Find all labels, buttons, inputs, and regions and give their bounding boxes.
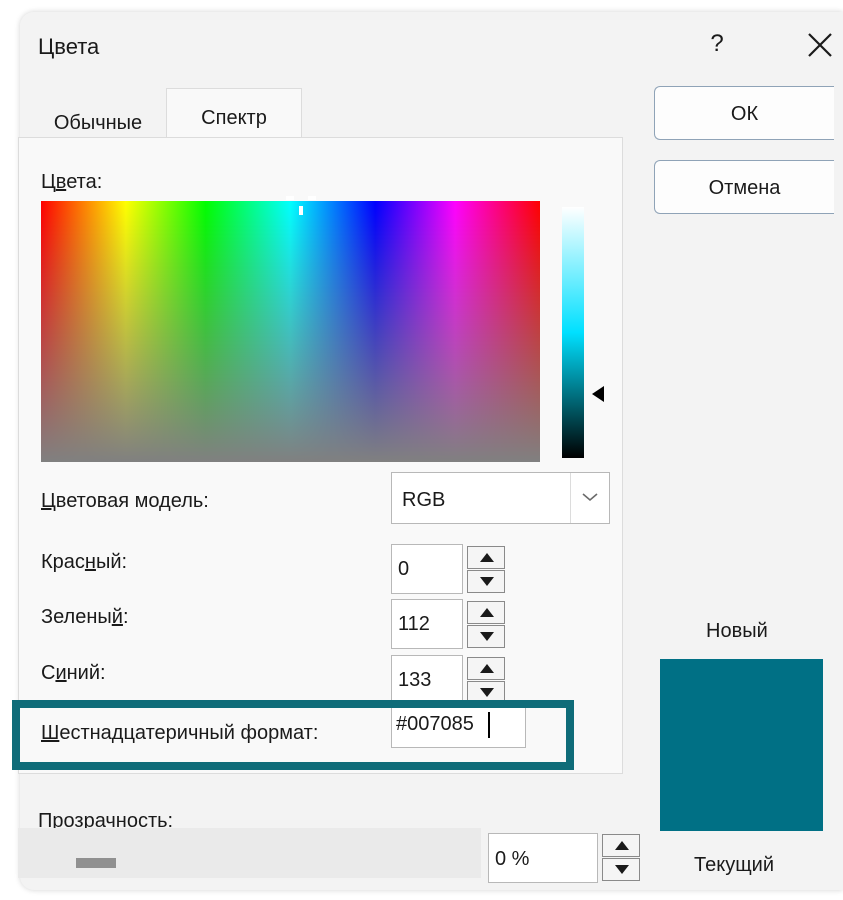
arrow-up-icon: [480, 608, 494, 617]
red-decrement-button[interactable]: [467, 570, 505, 593]
green-input[interactable]: 112: [391, 599, 463, 649]
luminance-pointer-icon[interactable]: [592, 386, 604, 402]
arrow-down-icon: [480, 688, 494, 697]
blue-label: Синий:: [41, 662, 106, 684]
arrow-down-icon: [480, 577, 494, 586]
transparency-slider-thumb[interactable]: [76, 858, 116, 868]
arrow-down-icon: [615, 865, 629, 874]
color-model-label: Цветовая модель:: [41, 490, 209, 512]
transparency-slider-track[interactable]: [18, 828, 481, 878]
color-model-select[interactable]: RGB: [391, 472, 610, 524]
colors-label: Цвета:: [41, 171, 103, 193]
green-stepper[interactable]: [467, 601, 505, 648]
red-input[interactable]: 0: [391, 544, 463, 594]
title-bar: Цвета ?: [20, 12, 843, 82]
arrow-up-icon: [480, 664, 494, 673]
blue-increment-button[interactable]: [467, 657, 505, 680]
red-increment-button[interactable]: [467, 546, 505, 569]
arrow-up-icon: [615, 841, 629, 850]
luminance-slider[interactable]: [562, 207, 584, 458]
blue-input[interactable]: 133: [391, 655, 463, 705]
dialog-title: Цвета: [38, 34, 100, 59]
arrow-down-icon: [480, 632, 494, 641]
transparency-decrement-button[interactable]: [602, 858, 640, 881]
new-color-label: Новый: [706, 620, 768, 642]
transparency-stepper[interactable]: [602, 834, 640, 881]
green-increment-button[interactable]: [467, 601, 505, 624]
new-color-swatch: [660, 659, 823, 831]
color-model-value: RGB: [402, 489, 446, 511]
ok-button[interactable]: ОК: [654, 86, 834, 140]
transparency-increment-button[interactable]: [602, 834, 640, 857]
red-label: Красный:: [41, 551, 128, 573]
cancel-button[interactable]: Отмена: [654, 160, 834, 214]
hex-highlight-frame: [12, 700, 574, 770]
spectrum-crosshair-icon[interactable]: [286, 196, 316, 224]
green-decrement-button[interactable]: [467, 625, 505, 648]
red-stepper[interactable]: [467, 546, 505, 593]
green-label: Зеленый:: [41, 606, 129, 628]
current-color-label: Текущий: [694, 854, 774, 876]
chevron-down-icon[interactable]: [578, 487, 602, 507]
select-divider: [570, 473, 571, 523]
arrow-up-icon: [480, 553, 494, 562]
color-spectrum-picker[interactable]: [41, 201, 540, 462]
blue-stepper[interactable]: [467, 657, 505, 704]
transparency-input[interactable]: 0 %: [488, 833, 598, 883]
help-button[interactable]: ?: [702, 30, 732, 58]
close-icon[interactable]: [805, 28, 835, 62]
